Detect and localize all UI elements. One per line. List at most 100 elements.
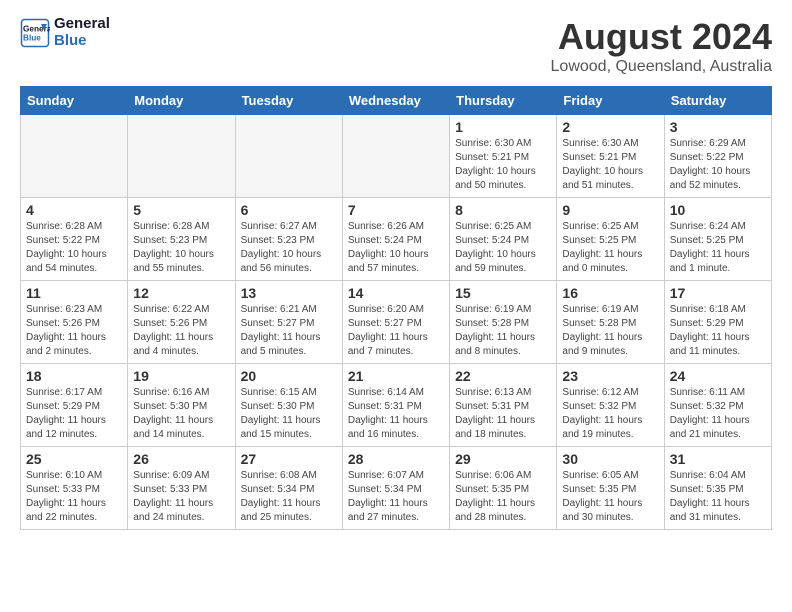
calendar-day-cell: 15 Sunrise: 6:19 AMSunset: 5:28 PMDayligh… xyxy=(450,281,557,364)
day-number: 11 xyxy=(26,285,122,301)
calendar-day-cell: 7 Sunrise: 6:26 AMSunset: 5:24 PMDaylight… xyxy=(342,198,449,281)
location: Lowood, Queensland, Australia xyxy=(551,58,772,76)
day-number: 30 xyxy=(562,451,658,467)
day-number: 25 xyxy=(26,451,122,467)
calendar-day-cell: 29 Sunrise: 6:06 AMSunset: 5:35 PMDayligh… xyxy=(450,447,557,530)
logo: General Blue General Blue xyxy=(20,16,110,49)
calendar-day-cell: 12 Sunrise: 6:22 AMSunset: 5:26 PMDayligh… xyxy=(128,281,235,364)
day-info: Sunrise: 6:21 AMSunset: 5:27 PMDaylight:… xyxy=(241,303,337,359)
calendar-day-cell: 3 Sunrise: 6:29 AMSunset: 5:22 PMDaylight… xyxy=(664,115,771,198)
day-info: Sunrise: 6:07 AMSunset: 5:34 PMDaylight:… xyxy=(348,469,444,525)
page-header: General Blue General Blue August 2024 Lo… xyxy=(20,16,772,76)
day-number: 3 xyxy=(670,119,766,135)
day-info: Sunrise: 6:05 AMSunset: 5:35 PMDaylight:… xyxy=(562,469,658,525)
calendar-week-row: 25 Sunrise: 6:10 AMSunset: 5:33 PMDayligh… xyxy=(21,447,772,530)
day-number: 22 xyxy=(455,368,551,384)
day-of-week-header: Thursday xyxy=(450,87,557,115)
day-of-week-header: Sunday xyxy=(21,87,128,115)
day-info: Sunrise: 6:18 AMSunset: 5:29 PMDaylight:… xyxy=(670,303,766,359)
day-info: Sunrise: 6:14 AMSunset: 5:31 PMDaylight:… xyxy=(348,386,444,442)
day-info: Sunrise: 6:08 AMSunset: 5:34 PMDaylight:… xyxy=(241,469,337,525)
calendar-day-cell xyxy=(235,115,342,198)
calendar-day-cell: 19Sunrise: 6:16 AMSunset: 5:30 PMDayligh… xyxy=(128,364,235,447)
calendar-day-cell: 26Sunrise: 6:09 AMSunset: 5:33 PMDayligh… xyxy=(128,447,235,530)
calendar-day-cell: 20 Sunrise: 6:15 AMSunset: 5:30 PMDayligh… xyxy=(235,364,342,447)
day-number: 26 xyxy=(133,451,229,467)
day-number: 18 xyxy=(26,368,122,384)
day-number: 14 xyxy=(348,285,444,301)
logo-icon: General Blue xyxy=(20,18,50,48)
calendar-day-cell xyxy=(342,115,449,198)
calendar-day-cell: 17 Sunrise: 6:18 AMSunset: 5:29 PMDayligh… xyxy=(664,281,771,364)
day-info: Sunrise: 6:04 AMSunset: 5:35 PMDaylight:… xyxy=(670,469,766,525)
day-info: Sunrise: 6:15 AMSunset: 5:30 PMDaylight:… xyxy=(241,386,337,442)
day-of-week-header: Saturday xyxy=(664,87,771,115)
calendar-day-cell: 28 Sunrise: 6:07 AMSunset: 5:34 PMDayligh… xyxy=(342,447,449,530)
day-info: Sunrise: 6:06 AMSunset: 5:35 PMDaylight:… xyxy=(455,469,551,525)
day-number: 29 xyxy=(455,451,551,467)
calendar-day-cell: 8 Sunrise: 6:25 AMSunset: 5:24 PMDaylight… xyxy=(450,198,557,281)
day-number: 28 xyxy=(348,451,444,467)
day-number: 7 xyxy=(348,202,444,218)
day-info: Sunrise: 6:17 AMSunset: 5:29 PMDaylight:… xyxy=(26,386,122,442)
calendar-day-cell: 13 Sunrise: 6:21 AMSunset: 5:27 PMDayligh… xyxy=(235,281,342,364)
calendar-day-cell: 14 Sunrise: 6:20 AMSunset: 5:27 PMDayligh… xyxy=(342,281,449,364)
calendar-day-cell xyxy=(21,115,128,198)
day-info: Sunrise: 6:30 AMSunset: 5:21 PMDaylight:… xyxy=(455,137,551,193)
day-number: 31 xyxy=(670,451,766,467)
calendar-day-cell: 10 Sunrise: 6:24 AMSunset: 5:25 PMDayligh… xyxy=(664,198,771,281)
calendar-week-row: 1 Sunrise: 6:30 AMSunset: 5:21 PMDaylight… xyxy=(21,115,772,198)
calendar-day-cell: 22 Sunrise: 6:13 AMSunset: 5:31 PMDayligh… xyxy=(450,364,557,447)
calendar-day-cell: 6 Sunrise: 6:27 AMSunset: 5:23 PMDaylight… xyxy=(235,198,342,281)
day-info: Sunrise: 6:10 AMSunset: 5:33 PMDaylight:… xyxy=(26,469,122,525)
day-of-week-header: Friday xyxy=(557,87,664,115)
calendar-day-cell: 16Sunrise: 6:19 AMSunset: 5:28 PMDayligh… xyxy=(557,281,664,364)
day-info: Sunrise: 6:23 AMSunset: 5:26 PMDaylight:… xyxy=(26,303,122,359)
day-number: 15 xyxy=(455,285,551,301)
calendar-day-cell: 30 Sunrise: 6:05 AMSunset: 5:35 PMDayligh… xyxy=(557,447,664,530)
logo-line2: Blue xyxy=(54,33,110,50)
day-of-week-header: Wednesday xyxy=(342,87,449,115)
day-number: 27 xyxy=(241,451,337,467)
day-info: Sunrise: 6:11 AMSunset: 5:32 PMDaylight:… xyxy=(670,386,766,442)
calendar-day-cell: 11 Sunrise: 6:23 AMSunset: 5:26 PMDayligh… xyxy=(21,281,128,364)
calendar-day-cell: 24Sunrise: 6:11 AMSunset: 5:32 PMDayligh… xyxy=(664,364,771,447)
day-info: Sunrise: 6:25 AMSunset: 5:24 PMDaylight:… xyxy=(455,220,551,276)
day-info: Sunrise: 6:20 AMSunset: 5:27 PMDaylight:… xyxy=(348,303,444,359)
day-number: 2 xyxy=(562,119,658,135)
day-info: Sunrise: 6:28 AMSunset: 5:23 PMDaylight:… xyxy=(133,220,229,276)
day-info: Sunrise: 6:19 AMSunset: 5:28 PMDaylight:… xyxy=(455,303,551,359)
svg-text:Blue: Blue xyxy=(23,33,41,42)
calendar-week-row: 18 Sunrise: 6:17 AMSunset: 5:29 PMDayligh… xyxy=(21,364,772,447)
day-number: 12 xyxy=(133,285,229,301)
title-block: August 2024 Lowood, Queensland, Australi… xyxy=(551,16,772,76)
calendar-day-cell: 2Sunrise: 6:30 AMSunset: 5:21 PMDaylight… xyxy=(557,115,664,198)
day-number: 1 xyxy=(455,119,551,135)
day-info: Sunrise: 6:26 AMSunset: 5:24 PMDaylight:… xyxy=(348,220,444,276)
day-number: 6 xyxy=(241,202,337,218)
day-info: Sunrise: 6:24 AMSunset: 5:25 PMDaylight:… xyxy=(670,220,766,276)
day-number: 17 xyxy=(670,285,766,301)
day-info: Sunrise: 6:13 AMSunset: 5:31 PMDaylight:… xyxy=(455,386,551,442)
day-number: 13 xyxy=(241,285,337,301)
calendar-day-cell: 18 Sunrise: 6:17 AMSunset: 5:29 PMDayligh… xyxy=(21,364,128,447)
calendar-day-cell: 5Sunrise: 6:28 AMSunset: 5:23 PMDaylight… xyxy=(128,198,235,281)
day-info: Sunrise: 6:27 AMSunset: 5:23 PMDaylight:… xyxy=(241,220,337,276)
day-info: Sunrise: 6:12 AMSunset: 5:32 PMDaylight:… xyxy=(562,386,658,442)
calendar-day-cell xyxy=(128,115,235,198)
calendar-day-cell: 1 Sunrise: 6:30 AMSunset: 5:21 PMDaylight… xyxy=(450,115,557,198)
day-info: Sunrise: 6:29 AMSunset: 5:22 PMDaylight:… xyxy=(670,137,766,193)
day-of-week-header: Tuesday xyxy=(235,87,342,115)
day-of-week-header: Monday xyxy=(128,87,235,115)
calendar-week-row: 11 Sunrise: 6:23 AMSunset: 5:26 PMDayligh… xyxy=(21,281,772,364)
calendar-day-cell: 23Sunrise: 6:12 AMSunset: 5:32 PMDayligh… xyxy=(557,364,664,447)
day-number: 4 xyxy=(26,202,122,218)
calendar-day-cell: 25 Sunrise: 6:10 AMSunset: 5:33 PMDayligh… xyxy=(21,447,128,530)
day-number: 10 xyxy=(670,202,766,218)
calendar-week-row: 4Sunrise: 6:28 AMSunset: 5:22 PMDaylight… xyxy=(21,198,772,281)
calendar-day-cell: 27 Sunrise: 6:08 AMSunset: 5:34 PMDayligh… xyxy=(235,447,342,530)
day-info: Sunrise: 6:22 AMSunset: 5:26 PMDaylight:… xyxy=(133,303,229,359)
day-number: 8 xyxy=(455,202,551,218)
day-number: 9 xyxy=(562,202,658,218)
day-number: 20 xyxy=(241,368,337,384)
